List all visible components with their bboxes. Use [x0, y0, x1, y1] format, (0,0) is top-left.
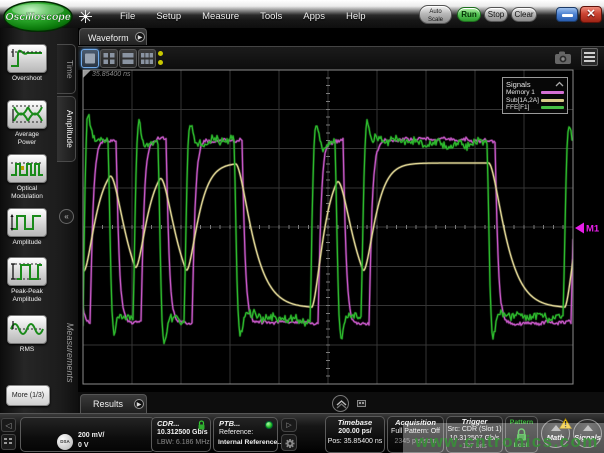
statusbar-gear-button[interactable]: [281, 434, 297, 451]
measurement-average-power[interactable]: Average Power: [5, 100, 49, 146]
layout-quad-button[interactable]: [100, 49, 118, 68]
ffe-swatch: [541, 106, 564, 109]
statusbar-play-button[interactable]: ▷: [281, 418, 297, 432]
menu-tools[interactable]: Tools: [260, 11, 282, 22]
display-layout-toolbar: [78, 46, 604, 70]
cdr-panel[interactable]: CDR... 10.312500 Gb/s LBW: 6.186 MHz: [151, 417, 211, 452]
average-power-icon: [8, 101, 46, 128]
timebase-position-overlay: 35.85400 ns: [92, 71, 131, 78]
dsa-badge: DSA: [57, 434, 73, 450]
channel-offset: 0 V: [78, 441, 104, 451]
status-bar: ◁ DSA 200 mV/ 0 V CDR... 10.312500 Gb/s …: [0, 413, 604, 453]
marker-dot-2[interactable]: [158, 60, 163, 65]
layout-single-button[interactable]: [81, 49, 99, 68]
timebase-position: Pos: 35.85400 ns: [326, 437, 384, 447]
title-bar: File Setup Measure Tools Apps Help Auto …: [0, 0, 604, 28]
measurement-peak-peak-amplitude[interactable]: Peak-Peak Amplitude: [5, 257, 49, 303]
collapse-sidebar-button[interactable]: «: [59, 209, 74, 224]
cdr-lbw: LBW: 6.186 MHz: [152, 438, 210, 448]
menu-measure[interactable]: Measure: [202, 11, 239, 22]
legend-row: FFE[F1]: [506, 104, 564, 112]
legend-row: Sub[1A,2A]: [506, 97, 564, 105]
logo-text: Oscilloscope: [5, 11, 71, 23]
menu-setup[interactable]: Setup: [156, 11, 181, 22]
watermark-text: www.cntronics.com: [415, 432, 604, 452]
minimize-icon: [562, 14, 573, 17]
legend-collapse-icon[interactable]: [555, 81, 564, 88]
gear-icon: [283, 436, 297, 451]
legend-title: Signals: [506, 80, 531, 89]
legend-row: Memory 1: [506, 89, 564, 97]
timebase-panel[interactable]: Timebase 200.00 ps/ Pos: 35.85400 ns: [325, 416, 385, 453]
statusbar-grid-button[interactable]: [1, 434, 16, 450]
signals-legend[interactable]: Signals Memory 1 Sub[1A,2A] FFE[F1]: [502, 77, 568, 114]
menu-help[interactable]: Help: [346, 11, 366, 22]
screenshot-camera-icon[interactable]: [554, 50, 572, 65]
menu-apps[interactable]: Apps: [303, 11, 325, 22]
close-button[interactable]: ✕: [580, 6, 602, 23]
measurement-amplitude[interactable]: Amplitude: [5, 208, 49, 247]
oscilloscope-logo: Oscilloscope: [3, 1, 73, 32]
minimize-button[interactable]: [556, 7, 578, 22]
cdr-lock-icon: [197, 420, 206, 430]
ptb-panel[interactable]: PTB... Reference: Internal Reference...: [213, 417, 278, 452]
optical-modulation-icon: [8, 155, 46, 182]
clear-button[interactable]: Clear: [511, 7, 537, 22]
statusbar-prev-button[interactable]: ◁: [1, 418, 16, 432]
expand-results-button[interactable]: [332, 395, 349, 412]
tab-waveform[interactable]: Waveform ▶: [79, 28, 147, 45]
ptb-reference-value: Internal Reference...: [214, 438, 277, 448]
sidebar-tab-amplitude[interactable]: Amplitude: [57, 96, 76, 162]
menu-bar: File Setup Measure Tools Apps Help: [120, 9, 366, 23]
measurement-rms[interactable]: RMS: [5, 315, 49, 354]
ptb-reference: Reference:: [214, 428, 277, 438]
waveform-tab-play-icon[interactable]: ▶: [135, 32, 145, 42]
marker-dot-1[interactable]: [158, 51, 163, 56]
amplitude-icon: [8, 209, 46, 236]
measurement-overshoot[interactable]: Overshoot: [5, 44, 49, 83]
layout-stacked-button[interactable]: [119, 49, 137, 68]
more-measurements-button[interactable]: More (1/3): [6, 385, 50, 406]
channel-panel[interactable]: DSA 200 mV/ 0 V: [20, 417, 155, 452]
sub-swatch: [541, 99, 564, 102]
stop-button[interactable]: Stop: [484, 7, 508, 22]
rms-icon: [8, 316, 46, 343]
layout-six-button[interactable]: [138, 49, 156, 68]
ptb-status-led: [265, 421, 273, 429]
spark-icon: [78, 9, 93, 24]
oscilloscope-window: File Setup Measure Tools Apps Help Auto …: [0, 0, 604, 453]
sidebar-tab-time[interactable]: Time: [57, 44, 76, 94]
channel-scale: 200 mV/: [78, 431, 104, 441]
peak-peak-amplitude-icon: [8, 258, 46, 285]
tab-results[interactable]: Results ▶: [80, 394, 147, 413]
timebase-scale: 200.00 ps/: [326, 427, 384, 437]
run-button[interactable]: Run: [457, 7, 481, 22]
auto-scale-button[interactable]: Auto Scale: [419, 5, 452, 24]
overshoot-icon: [8, 45, 46, 72]
panel-menu-icon[interactable]: [581, 48, 598, 66]
mini-display-icon[interactable]: [357, 400, 366, 407]
results-tab-play-icon[interactable]: ▶: [134, 399, 144, 409]
sidebar-title: Measurements: [55, 295, 75, 410]
measurement-optical-modulation[interactable]: Optical Modulation: [5, 154, 49, 200]
menu-file[interactable]: File: [120, 11, 135, 22]
memory1-swatch: [541, 91, 564, 94]
